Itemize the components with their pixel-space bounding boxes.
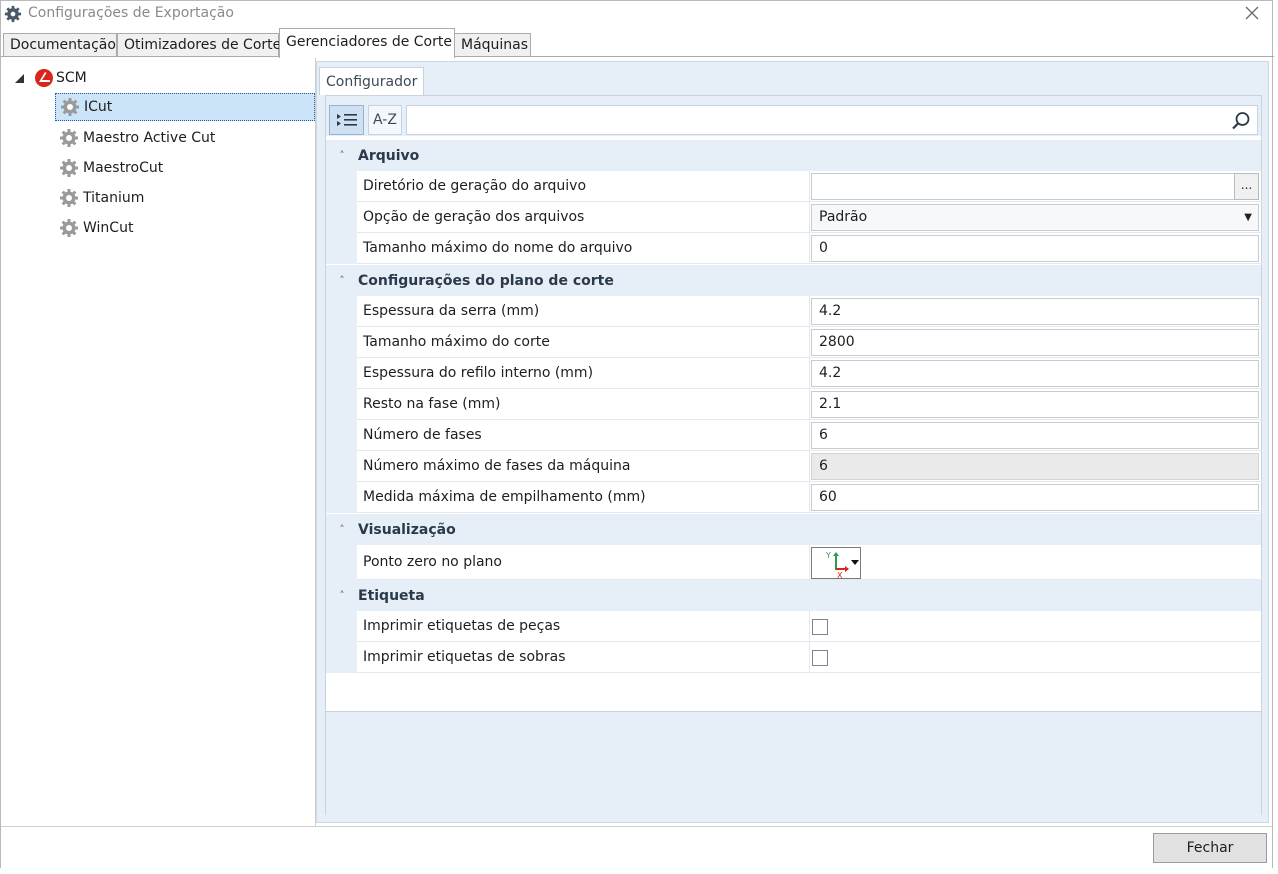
tree-item-maestro-active-cut[interactable]: Maestro Active Cut [55, 124, 315, 152]
axis-origin-icon: Y X [825, 551, 859, 580]
property-row: Diretório de geração do arquivo ... [326, 171, 1262, 202]
property-search-box[interactable] [406, 105, 1258, 135]
category-visualizacao: ˄ Visualização [326, 514, 1261, 545]
gear-icon [60, 129, 78, 147]
tab-configurador[interactable]: Configurador [319, 67, 425, 95]
zero-point-picker[interactable]: Y X [811, 547, 861, 580]
close-icon[interactable] [1238, 2, 1266, 26]
gear-icon [60, 159, 78, 177]
max-stack-height-input[interactable]: 60 [811, 484, 1259, 511]
property-row: Imprimir etiquetas de peças [326, 611, 1262, 642]
phase-remainder-input[interactable]: 2.1 [811, 391, 1259, 418]
gear-icon [60, 189, 78, 207]
property-name: Medida máxima de empilhamento (mm) [357, 482, 810, 513]
property-search-input[interactable] [407, 106, 1207, 134]
collapse-chevron-icon[interactable]: ˄ [326, 140, 358, 171]
window-title: Configurações de Exportação [28, 5, 234, 21]
output-directory-input[interactable] [811, 173, 1235, 200]
axis-x-label: X [837, 571, 843, 578]
expanded-triangle-icon[interactable] [13, 70, 29, 86]
collapse-chevron-icon[interactable]: ˄ [326, 580, 358, 611]
property-row: Resto na fase (mm) 2.1 [326, 389, 1262, 420]
axis-y-label: Y [825, 551, 831, 560]
collapse-chevron-icon[interactable]: ˄ [326, 265, 358, 296]
saw-thickness-input[interactable]: 4.2 [811, 298, 1259, 325]
property-description-pane [326, 711, 1261, 816]
property-name: Número máximo de fases da máquina [357, 451, 810, 482]
property-name: Imprimir etiquetas de sobras [357, 642, 810, 673]
max-filename-length-input[interactable]: 0 [811, 235, 1259, 262]
tree-item-maestrocut[interactable]: MaestroCut [55, 154, 315, 182]
tree-item-wincut[interactable]: WinCut [55, 214, 315, 242]
property-name: Tamanho máximo do corte [357, 327, 810, 358]
dialog-footer: Fechar [1, 826, 1272, 868]
property-name: Espessura do refilo interno (mm) [357, 358, 810, 389]
property-grid: A-Z ˄ Arquivo Diretório de geração do ar… [325, 95, 1262, 816]
max-cut-size-input[interactable]: 2800 [811, 329, 1259, 356]
browse-button[interactable]: ... [1234, 173, 1259, 200]
property-row: Tamanho máximo do nome do arquivo 0 [326, 233, 1262, 264]
phase-count-input[interactable]: 6 [811, 422, 1259, 449]
inner-trim-thickness-input[interactable]: 4.2 [811, 360, 1259, 387]
tab-maquinas[interactable]: Máquinas [454, 33, 531, 57]
tree-item-label: Titanium [83, 190, 145, 206]
machine-max-phases-readonly: 6 [811, 453, 1259, 480]
file-generation-option-select[interactable]: Padrão ▼ [811, 204, 1259, 231]
property-name: Ponto zero no plano [357, 545, 810, 580]
title-bar: Configurações de Exportação [1, 1, 1272, 28]
gear-icon [4, 5, 22, 23]
alphabetical-view-button[interactable]: A-Z [368, 105, 402, 135]
collapse-chevron-icon[interactable]: ˄ [326, 514, 358, 545]
print-leftover-labels-checkbox[interactable] [812, 650, 828, 666]
close-button[interactable]: Fechar [1153, 833, 1267, 863]
categorized-list-icon [336, 114, 357, 126]
property-row: Medida máxima de empilhamento (mm) 60 [326, 482, 1262, 513]
dropdown-arrow-icon: ▼ [1244, 212, 1252, 223]
configurator-panel: Configurador A-Z ˄ Arquivo Diretório de … [316, 61, 1269, 823]
property-row: Número de fases 6 [326, 420, 1262, 451]
print-part-labels-checkbox[interactable] [812, 619, 828, 635]
categorized-view-button[interactable] [329, 105, 364, 135]
tab-documentacao[interactable]: Documentação [3, 33, 117, 57]
tree-item-icut[interactable]: ICut [55, 93, 315, 121]
property-row: Tamanho máximo do corte 2800 [326, 327, 1262, 358]
property-row: Opção de geração dos arquivos Padrão ▼ [326, 202, 1262, 233]
property-row: Número máximo de fases da máquina 6 [326, 451, 1262, 482]
property-row: Imprimir etiquetas de sobras [326, 642, 1262, 673]
property-grid-empty-area [326, 673, 1261, 711]
property-row: Ponto zero no plano Y X [326, 545, 1262, 580]
tree-item-label: Maestro Active Cut [83, 130, 216, 146]
gear-icon [60, 219, 78, 237]
tree-root-scm[interactable]: SCM [13, 68, 87, 88]
property-name: Opção de geração dos arquivos [357, 202, 810, 233]
tree-item-titanium[interactable]: Titanium [55, 184, 315, 212]
scm-logo-icon [35, 69, 53, 87]
property-name: Imprimir etiquetas de peças [357, 611, 810, 642]
property-row: Espessura da serra (mm) 4.2 [326, 296, 1262, 327]
tabs-divider [1, 56, 1274, 57]
tab-gerenciadores-de-corte[interactable]: Gerenciadores de Corte [279, 28, 455, 58]
tree-root-label: SCM [56, 70, 87, 86]
search-icon[interactable] [1231, 111, 1251, 131]
tree-item-label: MaestroCut [83, 160, 164, 176]
cut-manager-tree: SCM ICut Maestro Active Cut MaestroCut T… [3, 58, 316, 826]
tree-item-label: ICut [84, 99, 113, 115]
property-name: Tamanho máximo do nome do arquivo [357, 233, 810, 264]
tree-item-label: WinCut [83, 220, 134, 236]
category-etiqueta: ˄ Etiqueta [326, 580, 1261, 611]
category-arquivo: ˄ Arquivo [326, 140, 1261, 171]
tab-otimizadores-de-corte[interactable]: Otimizadores de Corte [117, 33, 281, 57]
property-row: Espessura do refilo interno (mm) 4.2 [326, 358, 1262, 389]
category-plano-de-corte: ˄ Configurações do plano de corte [326, 265, 1261, 296]
gear-icon [61, 98, 79, 116]
property-name: Resto na fase (mm) [357, 389, 810, 420]
property-name: Número de fases [357, 420, 810, 451]
property-grid-toolbar: A-Z [326, 96, 1261, 136]
export-settings-window: Configurações de Exportação Documentação… [0, 0, 1274, 868]
property-name: Diretório de geração do arquivo [357, 171, 810, 202]
property-name: Espessura da serra (mm) [357, 296, 810, 327]
